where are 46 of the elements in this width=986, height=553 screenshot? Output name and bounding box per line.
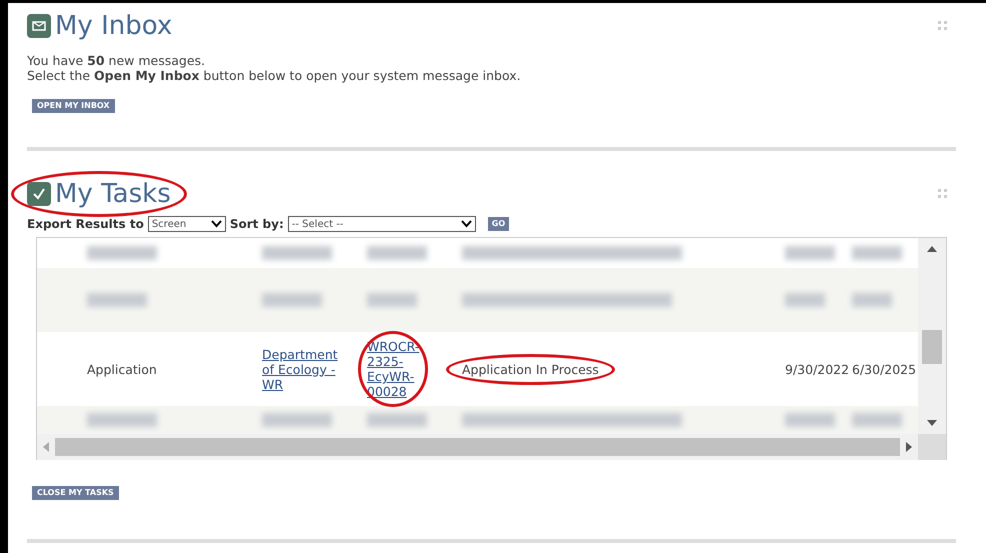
sort-label: Sort by: [230,216,284,233]
redacted-block [262,293,322,307]
drag-handle-icon[interactable] [938,21,948,31]
section-title: My Inbox [55,13,172,39]
redacted-block [852,246,902,260]
drag-handle-icon[interactable] [938,189,948,199]
redacted-block [785,293,825,307]
redacted-block [785,246,835,260]
redacted-block [852,413,902,427]
scroll-down-icon[interactable] [927,420,937,426]
table-cell: Application In Process [462,362,599,376]
close-tasks-button[interactable]: CLOSE MY TASKS [32,486,119,500]
open-inbox-button[interactable]: OPEN MY INBOX [32,99,115,113]
export-dropdown[interactable]: Screen [148,216,226,232]
redacted-block [367,293,417,307]
scroll-up-icon[interactable] [927,246,937,252]
redacted-block [367,413,427,427]
redacted-block [262,246,332,260]
scroll-thumb[interactable] [55,438,900,456]
section-title: My Tasks [55,181,171,207]
scroll-thumb[interactable] [922,330,942,364]
go-button[interactable]: GO [488,217,510,231]
chevron-icon [460,220,472,228]
table-cell: 6/30/2025 [852,362,916,376]
redacted-block [87,246,157,260]
redacted-block [87,413,157,427]
envelope-icon [27,14,51,38]
sort-dropdown[interactable]: -- Select -- [288,216,476,232]
message-text: You have 50 new messages. [27,53,206,68]
export-label: Export Results to [27,216,144,233]
vertical-scrollbar[interactable] [918,238,946,434]
scroll-right-icon[interactable] [906,442,912,452]
chevron-icon [210,220,222,228]
redacted-block [87,293,147,307]
horizontal-scrollbar[interactable] [37,434,918,460]
scrollbar-corner [918,434,946,460]
table-cell: 9/30/2022 [785,362,850,376]
checkbox-icon [27,182,51,206]
redacted-block [262,413,332,427]
table-cell: Application [87,362,157,376]
redacted-block [785,413,835,427]
instruction-text: Select the Open My Inbox button below to open your system message inbox. [27,68,522,83]
redacted-block [852,293,892,307]
redacted-block [367,246,427,260]
record-link[interactable]: Department of Ecology - WR [262,346,348,392]
scroll-left-icon[interactable] [43,442,49,452]
